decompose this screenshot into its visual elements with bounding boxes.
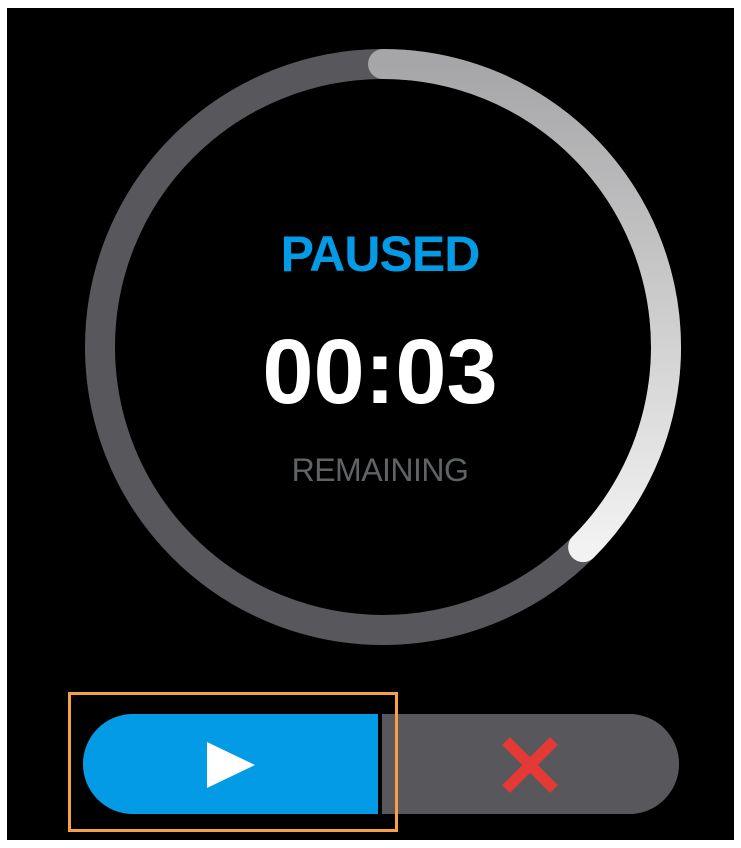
timer-caption: REMAINING	[291, 452, 469, 488]
resume-button[interactable]	[83, 714, 378, 814]
cancel-timer-button[interactable]	[382, 714, 679, 814]
timer-status: PAUSED	[280, 226, 481, 282]
timer-controls	[83, 714, 679, 814]
timer-countdown: 00:03	[262, 321, 498, 423]
close-icon	[502, 737, 558, 793]
play-icon	[207, 742, 255, 788]
